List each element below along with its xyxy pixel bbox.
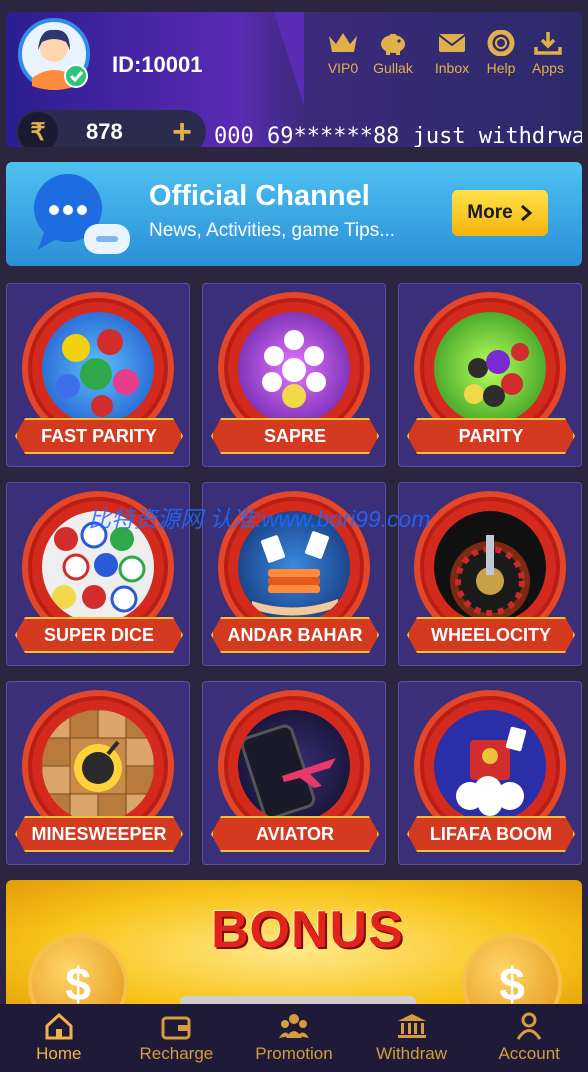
airplane-icon bbox=[238, 710, 350, 822]
vip-label: VIP0 bbox=[327, 60, 359, 76]
game-badge bbox=[28, 298, 168, 438]
billiard-balls-icon bbox=[434, 312, 546, 424]
game-title: AVIATOR bbox=[211, 816, 379, 852]
channel-title: Official Channel bbox=[149, 180, 370, 212]
header-decoration bbox=[274, 12, 304, 106]
nav-recharge-label: Recharge bbox=[139, 1044, 214, 1063]
official-channel-banner[interactable]: Official Channel News, Activities, game … bbox=[6, 162, 582, 266]
help-link[interactable]: Help bbox=[476, 30, 526, 76]
download-icon bbox=[534, 32, 562, 55]
game-badge bbox=[420, 696, 560, 836]
game-title: LIFAFA BOOM bbox=[407, 816, 575, 852]
piggy-bank-icon bbox=[381, 34, 405, 55]
game-tile-sapre[interactable]: SAPRE bbox=[202, 283, 386, 467]
game-title: MINESWEEPER bbox=[15, 816, 183, 852]
game-title: PARITY bbox=[407, 418, 575, 454]
game-title: WHEELOCITY bbox=[407, 617, 575, 653]
game-badge bbox=[420, 497, 560, 637]
help-label: Help bbox=[486, 60, 516, 76]
gullak-link[interactable]: Gullak bbox=[368, 30, 418, 76]
game-tile-minesweeper[interactable]: MINESWEEPER bbox=[6, 681, 190, 865]
user-header: ID:10001 VIP0 Gullak Inbox Help Apps ₹ 8… bbox=[6, 12, 582, 147]
game-title: FAST PARITY bbox=[15, 418, 183, 454]
game-badge bbox=[420, 298, 560, 438]
bonus-banner[interactable]: $ $ BONUS bbox=[6, 880, 582, 1020]
game-badge bbox=[224, 298, 364, 438]
home-icon bbox=[45, 1012, 73, 1040]
nav-recharge[interactable]: Recharge bbox=[118, 1004, 236, 1072]
balance-amount: 878 bbox=[86, 119, 123, 144]
game-badge bbox=[28, 696, 168, 836]
channel-subtitle: News, Activities, game Tips... bbox=[149, 220, 396, 241]
apps-label: Apps bbox=[532, 60, 564, 76]
bomb-icon bbox=[42, 710, 154, 822]
game-tile-fast-parity[interactable]: FAST PARITY bbox=[6, 283, 190, 467]
wallet-balance: ₹ 878 + bbox=[16, 110, 206, 147]
people-icon bbox=[278, 1014, 309, 1038]
mail-icon bbox=[438, 34, 466, 52]
game-tile-lifafa-boom[interactable]: LIFAFA BOOM bbox=[398, 681, 582, 865]
bonus-title: BONUS bbox=[211, 901, 404, 959]
bank-icon bbox=[397, 1014, 426, 1038]
avatar[interactable] bbox=[18, 16, 96, 98]
lottery-balls-icon bbox=[42, 312, 154, 424]
game-tile-aviator[interactable]: AVIATOR bbox=[202, 681, 386, 865]
game-title: ANDAR BAHAR bbox=[211, 617, 379, 653]
bottom-nav: Home Recharge Promotion Withdraw Account bbox=[0, 1004, 588, 1072]
nav-account-label: Account bbox=[498, 1044, 560, 1063]
apps-link[interactable]: Apps bbox=[523, 30, 573, 76]
chat-bubble-icon bbox=[34, 174, 130, 254]
inbox-label: Inbox bbox=[434, 60, 470, 76]
roulette-wheel-icon bbox=[434, 511, 546, 623]
bingo-balls-icon bbox=[238, 312, 350, 424]
user-id: ID:10001 bbox=[112, 52, 203, 77]
chevron-right-icon bbox=[520, 204, 532, 222]
game-title: SAPRE bbox=[211, 418, 379, 454]
more-button-label: More bbox=[467, 202, 513, 223]
crown-icon bbox=[329, 33, 357, 52]
more-button[interactable]: More bbox=[452, 190, 548, 236]
nav-promotion-label: Promotion bbox=[255, 1044, 333, 1063]
lifebuoy-icon bbox=[487, 30, 515, 56]
rupee-icon: ₹ bbox=[18, 112, 58, 147]
wallet-icon bbox=[161, 1016, 191, 1040]
withdraw-ticker: 000 69******88 just withdrwa bbox=[214, 124, 582, 147]
game-title: SUPER DICE bbox=[15, 617, 183, 653]
nav-account[interactable]: Account bbox=[470, 1004, 588, 1072]
inbox-link[interactable]: Inbox bbox=[427, 30, 477, 76]
gullak-label: Gullak bbox=[373, 60, 413, 76]
nav-withdraw[interactable]: Withdraw bbox=[353, 1004, 471, 1072]
nav-home-label: Home bbox=[36, 1044, 82, 1063]
nav-promotion[interactable]: Promotion bbox=[235, 1004, 353, 1072]
vip-link[interactable]: VIP0 bbox=[318, 30, 368, 76]
nav-home[interactable]: Home bbox=[0, 1004, 118, 1072]
game-tile-parity[interactable]: PARITY bbox=[398, 283, 582, 467]
nav-withdraw-label: Withdraw bbox=[376, 1044, 447, 1063]
add-funds-button[interactable]: + bbox=[172, 115, 192, 147]
red-envelope-icon bbox=[434, 710, 546, 822]
game-badge bbox=[224, 696, 364, 836]
watermark: 比特资源网 认准:www.bori99.com bbox=[88, 506, 431, 532]
user-icon bbox=[516, 1012, 542, 1040]
